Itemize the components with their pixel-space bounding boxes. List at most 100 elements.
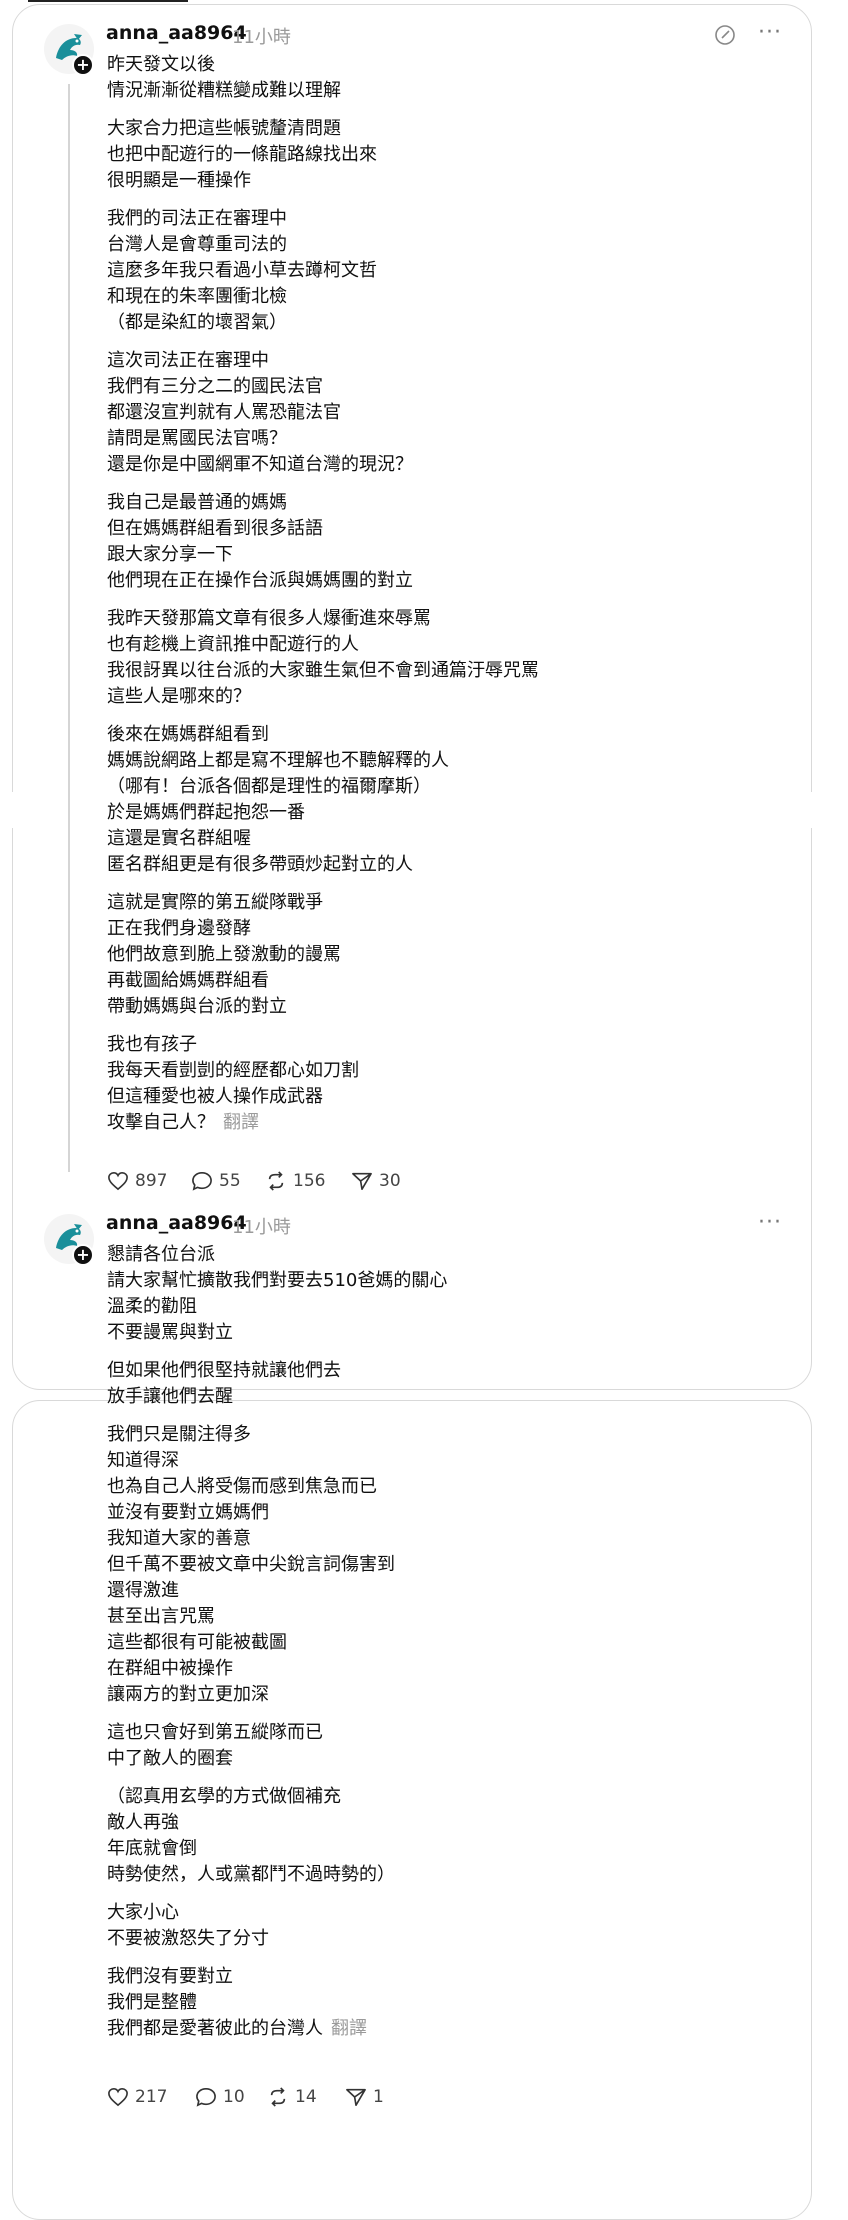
post-paragraph: 這次司法正在審理中 我們有三分之二的國民法官 都還沒宣判就有人罵恐龍法官 請問是罵國民… [107,348,787,478]
translate-link[interactable]: 翻譯 [331,2018,367,2039]
post-text-line: 台灣人是會尊重司法的 [107,234,287,255]
post-text-line: 懇請各位台派 [107,1244,215,1265]
post-paragraph: 這也只會好到第五縱隊而已 中了敵人的圈套 [107,1720,787,1772]
post-paragraph: 我們沒有要對立 我們是整體我們都是愛著彼此的台灣人 翻譯 [107,1964,787,2042]
translate-link[interactable]: 翻譯 [223,1112,259,1133]
follow-plus-icon[interactable]: + [72,54,94,76]
avatar[interactable]: + [44,1214,94,1266]
post-paragraph: 昨天發文以後 情況漸漸從糟糕變成難以理解 [107,52,787,104]
post-text-line: 但千萬不要被文章中尖銳言詞傷害到 [107,1554,395,1575]
post-text-line: 這些都很有可能被截圖 [107,1632,287,1653]
post-text-line: 大家小心 [107,1902,179,1923]
post-text-line: 我們有三分之二的國民法官 [107,376,323,397]
post-text-line: 放手讓他們去醒 [107,1386,233,1407]
post-text-line: 中了敵人的圈套 [107,1748,233,1769]
heart-icon [108,1171,128,1191]
post-text-line: 情況漸漸從糟糕變成難以理解 [107,80,341,101]
post-text-line: 溫柔的勸阻 [107,1296,197,1317]
like-count: 897 [135,1171,168,1191]
post-text-line: 他們現在正在操作台派與媽媽團的對立 [107,570,413,591]
more-icon[interactable]: ··· [758,20,782,45]
post-paragraph: 這就是實際的第五縱隊戰爭 正在我們身邊發酵他們故意到脆上發激動的謾罵 再截圖給媽媽群… [107,890,787,1020]
post-text-line: 我知道大家的善意 [107,1528,251,1549]
post-text-line: 於是媽媽們群起抱怨一番 [107,802,305,823]
post-text-line: 請大家幫忙擴散我們對要去510爸媽的關心 [107,1270,448,1291]
more-icon[interactable]: ··· [758,1210,782,1235]
post-text-line: 這麼多年我只看過小草去蹲柯文哲 [107,260,377,281]
like-count: 217 [135,2087,168,2107]
avatar[interactable]: + [44,24,94,76]
post-text-line: 這些人是哪來的？ [107,686,251,707]
post-text-line: 這就是實際的第五縱隊戰爭 [107,892,323,913]
post-text-line: 和現在的朱率團衝北檢 [107,286,287,307]
post-body: 昨天發文以後 情況漸漸從糟糕變成難以理解大家合力把這些帳號釐清問題也把中配遊行的一… [107,52,787,1148]
post-text-line: 時勢使然，人或黨都鬥不過時勢的） [107,1864,395,1885]
repost-button[interactable]: 156 [265,1170,325,1192]
repost-button[interactable]: 14 [267,2086,317,2108]
post-paragraph: （認真用玄學的方式做個補充 敵人再強 年底就會倒 時勢使然，人或黨都鬥不過時勢的） [107,1784,787,1888]
post-text-line: 不要被激怒失了分寸 [107,1928,269,1949]
share-icon [352,1172,372,1190]
post-paragraph: 我們只是關注得多 知道得深 也為自己人將受傷而感到焦急而已 並沒有要對立媽媽們 我知道大… [107,1422,787,1708]
post-text-line: 在群組中被操作 [107,1658,233,1679]
post-paragraph: 大家小心不要被激怒失了分寸 [107,1900,787,1952]
post-time: 11小時 [232,1217,291,1238]
follow-plus-icon[interactable]: + [72,1244,94,1266]
share-button[interactable]: 30 [351,1170,401,1192]
post-text-line: 我們是整體 [107,1992,197,2013]
thread-connector-line [68,84,70,1172]
reply-button[interactable]: 55 [191,1170,241,1192]
reply-icon [192,1171,212,1191]
post-text-line: （都是染紅的壞習氣） [107,312,287,333]
compose-icon[interactable] [714,24,736,46]
repost-count: 156 [293,1171,326,1191]
post-text-line-with-translate: 我們都是愛著彼此的台灣人 翻譯 [107,2016,787,2042]
repost-icon [270,2087,286,2107]
post-text-line: 匿名群組更是有很多帶頭炒起對立的人 [107,854,413,875]
post-text-line: 也把中配遊行的一條龍路線找出來 [107,144,377,165]
post-text-line: 但在媽媽群組看到很多話語 [107,518,323,539]
post-text-line: 很明顯是一種操作 [107,170,251,191]
heart-icon [108,2087,128,2107]
post-text-line: 帶動媽媽與台派的對立 [107,996,287,1017]
post-text-line: 再截圖給媽媽群組看 [107,970,269,991]
post-text-line: 並沒有要對立媽媽們 [107,1502,269,1523]
post-text-line: 他們故意到脆上發激動的謾罵 [107,944,341,965]
post-text-line: 正在我們身邊發酵 [107,918,251,939]
post-paragraph: 我們的司法正在審理中 台灣人是會尊重司法的這麼多年我只看過小草去蹲柯文哲 和現在的朱… [107,206,787,336]
post-text-line: 攻擊自己人？ [107,1112,215,1133]
post-paragraph: 大家合力把這些帳號釐清問題也把中配遊行的一條龍路線找出來 很明顯是一種操作 [107,116,787,194]
post-paragraph: 我昨天發那篇文章有很多人爆衝進來辱罵 也有趁機上資訊推中配遊行的人 我很訝異以往台派… [107,606,787,710]
post-text-line: 年底就會倒 [107,1838,197,1859]
post-text-line: 大家合力把這些帳號釐清問題 [107,118,341,139]
repost-count: 14 [295,2087,317,2107]
share-button[interactable]: 1 [345,2086,384,2108]
post-text-line: 也為自己人將受傷而感到焦急而已 [107,1476,377,1497]
like-button[interactable]: 897 [107,1170,167,1192]
post-text-line: 請問是罵國民法官嗎？ [107,428,287,449]
post-text-line: 我們都是愛著彼此的台灣人 [107,2018,323,2039]
post-text-line: 我們沒有要對立 [107,1966,233,1987]
post-text-line: （哪有！台派各個都是理性的福爾摩斯） [107,776,431,797]
like-button[interactable]: 217 [107,2086,167,2108]
screenshot-seam-right [806,792,848,828]
post-text-line: 我很訝異以往台派的大家雖生氣但不會到通篇汙辱咒罵 [107,660,539,681]
post-text-line: 都還沒宣判就有人罵恐龍法官 [107,402,341,423]
username[interactable]: anna_aa8964 [106,22,247,44]
post-text-line: 這還是實名群組喔 [107,828,251,849]
share-count: 1 [373,2087,384,2107]
post-text-line: （認真用玄學的方式做個補充 [107,1786,341,1807]
post-text-line: 這也只會好到第五縱隊而已 [107,1722,323,1743]
post-text-line: 我昨天發那篇文章有很多人爆衝進來辱罵 [107,608,431,629]
post-text-line: 我每天看剴剴的經歷都心如刀割 [107,1060,359,1081]
post-text-line: 我們的司法正在審理中 [107,208,287,229]
post-text-line: 我們只是關注得多 [107,1424,251,1445]
post-paragraph: 我也有孩子 我每天看剴剴的經歷都心如刀割 但這種愛也被人操作成武器 攻擊自己人？ 翻譯 [107,1032,787,1136]
share-icon [346,2088,366,2106]
reply-button[interactable]: 10 [195,2086,245,2108]
repost-icon [268,1171,284,1191]
post-paragraph: 後來在媽媽群組看到 媽媽說網路上都是寫不理解也不聽解釋的人 （哪有！台派各個都是理性… [107,722,787,878]
username[interactable]: anna_aa8964 [106,1212,247,1234]
post-text-line: 甚至出言咒罵 [107,1606,215,1627]
post-text-line: 但這種愛也被人操作成武器 [107,1086,323,1107]
